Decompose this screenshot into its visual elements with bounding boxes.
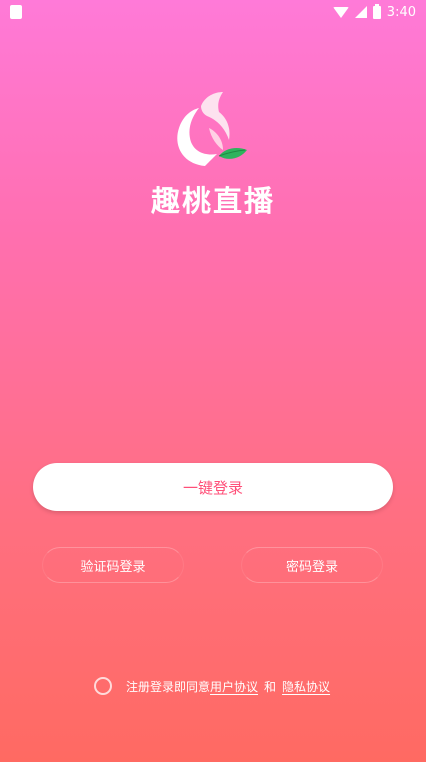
sms-login-button[interactable]: 验证码登录 <box>42 547 184 583</box>
app-name: 趣桃直播 <box>150 184 275 218</box>
agreement-and-text: 和 <box>264 679 277 694</box>
wifi-icon <box>332 6 349 18</box>
agreement-checkbox[interactable] <box>94 677 112 695</box>
status-time: 3:40 <box>386 4 416 20</box>
peach-logo-icon <box>177 92 247 166</box>
one-key-login-button[interactable]: 一键登录 <box>33 463 393 511</box>
password-login-button[interactable]: 密码登录 <box>241 547 383 583</box>
agreement-prefix-text: 注册登录即同意 <box>126 679 211 694</box>
battery-icon <box>372 3 381 19</box>
status-bar: 3:40 <box>0 0 426 24</box>
agreement-row: 注册登录即同意 用户协议 和 隐私协议 <box>94 677 330 695</box>
signal-icon <box>354 6 367 18</box>
sim-card-icon <box>10 5 22 19</box>
user-agreement-link[interactable]: 用户协议 <box>210 678 258 695</box>
privacy-policy-link[interactable]: 隐私协议 <box>282 678 330 695</box>
